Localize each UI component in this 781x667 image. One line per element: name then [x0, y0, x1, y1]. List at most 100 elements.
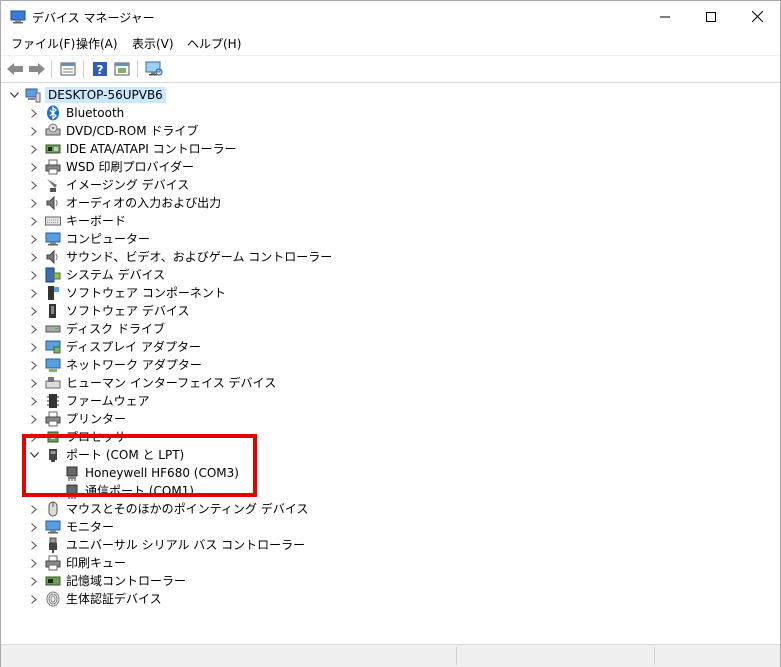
tree-item-bluetooth[interactable]: Bluetooth [1, 104, 761, 122]
tree-item-label: IDE ATA/ATAPI コントローラー [66, 142, 237, 156]
toolbar-separator [83, 60, 84, 78]
toolbar-separator [51, 60, 52, 78]
scan-hardware-button[interactable] [144, 59, 164, 79]
menu-file[interactable]: ファイル(F) [11, 35, 75, 52]
tree-item-monitor[interactable]: モニター [1, 518, 761, 536]
menu-help[interactable]: ヘルプ(H) [187, 35, 241, 52]
chevron-right-icon[interactable] [27, 248, 41, 266]
menu-action[interactable]: 操作(A) [76, 35, 118, 52]
toolbar: ? [1, 55, 780, 83]
tree-item-label: モニター [66, 520, 115, 534]
tree-item-print-queue[interactable]: 印刷キュー [1, 554, 761, 572]
back-button[interactable] [5, 59, 25, 79]
chevron-right-icon[interactable] [27, 212, 41, 230]
chevron-right-icon[interactable] [27, 518, 41, 536]
tree-item-network[interactable]: ネットワーク アダプター [1, 356, 761, 374]
chevron-right-icon[interactable] [27, 140, 41, 158]
computer-icon [45, 232, 61, 246]
sound-icon [46, 249, 58, 265]
bluetooth-icon [47, 105, 59, 121]
chevron-right-icon[interactable] [27, 392, 41, 410]
tree-root-label: DESKTOP-56UPVB6 [45, 87, 166, 103]
camera-icon [47, 179, 57, 192]
chevron-right-icon[interactable] [27, 554, 41, 572]
minimize-icon [660, 16, 670, 17]
status-bar [1, 644, 780, 667]
back-icon [7, 63, 23, 75]
chevron-right-icon[interactable] [27, 410, 41, 428]
chevron-right-icon[interactable] [27, 266, 41, 284]
properties-button[interactable] [58, 59, 78, 79]
device-manager-window: デバイス マネージャー ファイル(F) 操作(A) 表示(V) ヘルプ(H) ? [0, 0, 781, 667]
properties-icon [60, 62, 76, 76]
tree-item-storage[interactable]: 記憶域コントローラー [1, 572, 761, 590]
tree-item-audio-io[interactable]: オーディオの入力および出力 [1, 194, 761, 212]
tree-item-label: ディスク ドライブ [66, 322, 165, 336]
tree-item-label: システム デバイス [66, 268, 166, 282]
network-adapter-icon [45, 358, 61, 372]
chevron-right-icon[interactable] [27, 176, 41, 194]
system-device-icon [45, 267, 61, 283]
forward-button[interactable] [27, 59, 47, 79]
monitor-icon [45, 520, 61, 534]
tree-item-wsd[interactable]: WSD 印刷プロバイダー [1, 158, 761, 176]
chevron-right-icon[interactable] [27, 536, 41, 554]
chevron-right-icon[interactable] [27, 122, 41, 140]
tree-item-keyboard[interactable]: キーボード [1, 212, 761, 230]
tree-item-computer[interactable]: コンピューター [1, 230, 761, 248]
minimize-button[interactable] [642, 1, 688, 32]
software-component-icon [48, 286, 59, 300]
tree-item-disk[interactable]: ディスク ドライブ [1, 320, 761, 338]
tree-item-software-component[interactable]: ソフトウェア コンポーネント [1, 284, 761, 302]
computer-icon [25, 88, 41, 103]
chevron-down-icon[interactable] [7, 86, 21, 104]
chevron-right-icon[interactable] [27, 230, 41, 248]
chevron-right-icon[interactable] [27, 374, 41, 392]
tree-item-mouse[interactable]: マウスとそのほかのポインティング デバイス [1, 500, 761, 518]
maximize-button[interactable] [688, 1, 734, 32]
window-title: デバイス マネージャー [32, 11, 155, 25]
update-driver-button[interactable] [112, 59, 132, 79]
tree-item-firmware[interactable]: ファームウェア [1, 392, 761, 410]
ide-controller-icon [45, 144, 61, 154]
chevron-right-icon[interactable] [27, 302, 41, 320]
chevron-right-icon[interactable] [27, 338, 41, 356]
svg-text:?: ? [97, 63, 104, 77]
tree-item-display[interactable]: ディスプレイ アダプター [1, 338, 761, 356]
tree-item-sound[interactable]: サウンド、ビデオ、およびゲーム コントローラー [1, 248, 761, 266]
tree-item-system[interactable]: システム デバイス [1, 266, 761, 284]
chevron-right-icon[interactable] [27, 590, 41, 608]
printer-provider-icon [45, 159, 61, 175]
highlight-annotation [22, 434, 257, 497]
tree-item-dvd[interactable]: DVD/CD-ROM ドライブ [1, 122, 761, 140]
chevron-right-icon[interactable] [27, 356, 41, 374]
chevron-right-icon[interactable] [27, 158, 41, 176]
tree-item-hid[interactable]: ヒューマン インターフェイス デバイス [1, 374, 761, 392]
close-button[interactable] [734, 1, 780, 32]
chevron-right-icon[interactable] [27, 194, 41, 212]
menu-view[interactable]: 表示(V) [132, 35, 174, 52]
chevron-right-icon[interactable] [27, 284, 41, 302]
display-adapter-icon [45, 340, 61, 354]
tree-item-label: コンピューター [66, 232, 151, 246]
tree-item-ide[interactable]: IDE ATA/ATAPI コントローラー [1, 140, 761, 158]
hid-icon [45, 377, 61, 389]
chevron-right-icon[interactable] [27, 500, 41, 518]
device-tree: DESKTOP-56UPVB6 Bluetooth DVD/CD-ROM ドライ… [1, 83, 780, 642]
forward-icon [29, 63, 45, 75]
tree-item-label: ファームウェア [66, 394, 150, 408]
tree-item-biometric[interactable]: 生体認証デバイス [1, 590, 761, 608]
maximize-icon [706, 11, 716, 22]
tree-item-imaging[interactable]: イメージング デバイス [1, 176, 761, 194]
tree-item-label: 生体認証デバイス [66, 592, 162, 606]
close-icon [751, 11, 763, 22]
chevron-right-icon[interactable] [27, 104, 41, 122]
firmware-icon [47, 394, 59, 408]
tree-item-printer[interactable]: プリンター [1, 410, 761, 428]
chevron-right-icon[interactable] [27, 320, 41, 338]
tree-root[interactable]: DESKTOP-56UPVB6 [1, 86, 761, 104]
tree-item-usb[interactable]: ユニバーサル シリアル バス コントローラー [1, 536, 761, 554]
tree-item-software-device[interactable]: ソフトウェア デバイス [1, 302, 761, 320]
chevron-right-icon[interactable] [27, 572, 41, 590]
help-button[interactable]: ? [90, 59, 110, 79]
